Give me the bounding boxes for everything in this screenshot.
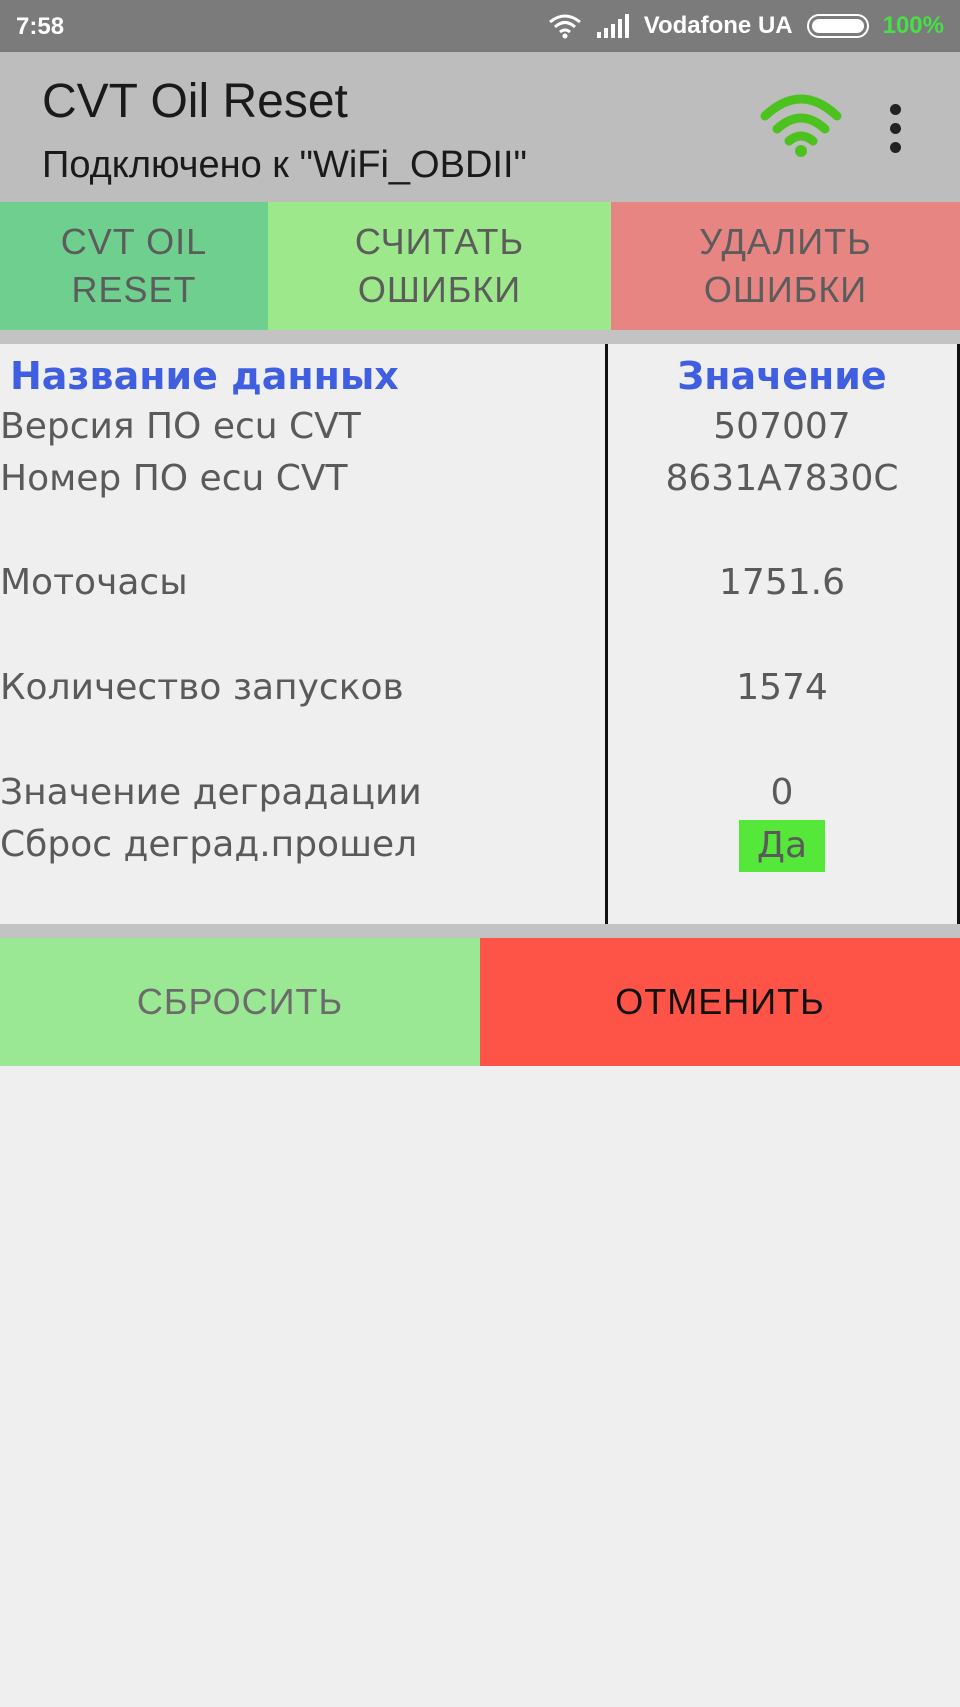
connection-status: Подключено к "WiFi_OBDII" [42, 144, 528, 186]
row-name: Значение деградации [0, 772, 422, 813]
tab-label-line1: CVT OIL [60, 221, 208, 262]
row-value: 0 [770, 772, 794, 813]
app-bar: CVT Oil Reset Подключено к "WiFi_OBDII" [0, 52, 960, 202]
row-value-cell: Да [607, 820, 957, 872]
row-value: 8631A7830C [665, 458, 899, 499]
header-data-name: Название данных [10, 354, 399, 398]
status-time: 7:58 [16, 13, 65, 40]
row-name: Моточасы [0, 562, 188, 603]
tab-label-line2: ОШИБКИ [703, 269, 868, 310]
battery-icon [806, 14, 869, 38]
row-name: Сброс деград.прошел [0, 824, 418, 865]
tab-label-line2: RESET [71, 269, 197, 310]
cancel-button[interactable]: ОТМЕНИТЬ [480, 938, 960, 1066]
cell-signal-icon [596, 14, 629, 38]
reset-button[interactable]: СБРОСИТЬ [0, 938, 480, 1066]
more-vert-icon[interactable] [880, 104, 912, 154]
tab-label-line1: УДАЛИТЬ [699, 221, 872, 262]
app-title: CVT Oil Reset [42, 75, 348, 128]
row-value: 1574 [736, 667, 828, 708]
status-badge: Да [738, 820, 826, 872]
tab-bar: CVT OIL RESET СЧИТАТЬ ОШИБКИ УДАЛИТЬ ОШИ… [0, 202, 960, 330]
tab-label-line2: ОШИБКИ [357, 269, 522, 310]
status-indicators: Vodafone UA 100% [548, 12, 944, 40]
status-bar: 7:58 Vodafone UA 100% [0, 0, 960, 52]
row-value: 507007 [713, 406, 851, 447]
divider [0, 330, 960, 344]
divider [0, 924, 960, 938]
row-value: 1751.6 [719, 562, 845, 603]
battery-percent: 100% [882, 12, 944, 39]
row-name: Количество запусков [0, 667, 404, 708]
carrier-name: Vodafone UA [643, 12, 793, 39]
header-value: Значение [677, 354, 887, 398]
action-buttons: СБРОСИТЬ ОТМЕНИТЬ [0, 938, 960, 1066]
row-name: Версия ПО ecu CVT [0, 406, 361, 447]
tab-read-errors[interactable]: СЧИТАТЬ ОШИБКИ [268, 202, 611, 330]
tab-delete-errors[interactable]: УДАЛИТЬ ОШИБКИ [611, 202, 960, 330]
wifi-signal-icon [548, 14, 581, 39]
tab-cvt-oil-reset[interactable]: CVT OIL RESET [0, 202, 268, 330]
wifi-icon[interactable] [760, 92, 842, 158]
row-name: Номер ПО ecu CVT [0, 458, 348, 499]
tab-label-line1: СЧИТАТЬ [354, 221, 525, 262]
data-table: Название данных Значение Версия ПО ecu C… [0, 344, 960, 924]
